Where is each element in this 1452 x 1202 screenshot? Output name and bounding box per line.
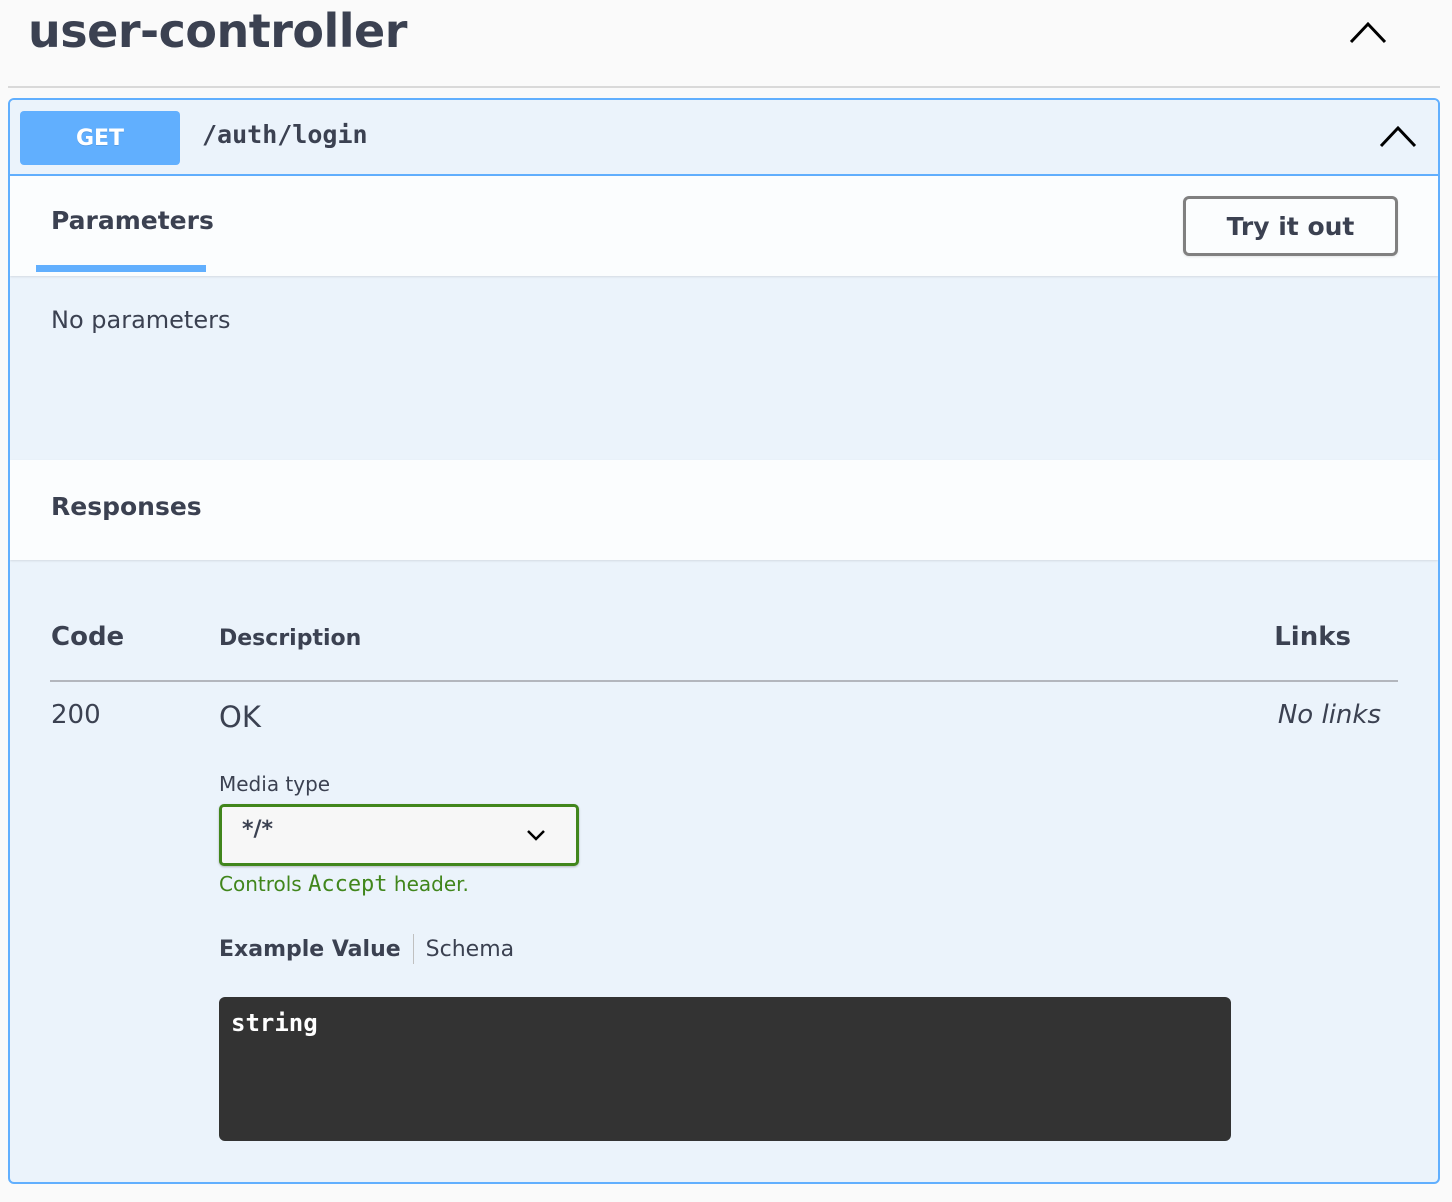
media-type-select[interactable]: */* <box>219 804 579 866</box>
response-description: OK <box>219 700 261 734</box>
chevron-up-icon[interactable] <box>1378 122 1418 150</box>
example-value-box: string <box>219 997 1231 1141</box>
controls-suffix: header. <box>393 872 469 896</box>
operation-block: GET /auth/login Parameters Try it out No… <box>8 98 1440 1184</box>
controls-accept-note: Controls Accept header. <box>219 872 469 897</box>
operation-path: /auth/login <box>202 120 368 149</box>
method-badge: GET <box>20 111 180 165</box>
operation-summary[interactable]: GET /auth/login <box>10 100 1438 176</box>
column-header-links: Links <box>1274 622 1351 652</box>
controls-code: Accept <box>308 872 388 897</box>
tab-example-value[interactable]: Example Value <box>219 937 401 962</box>
table-divider <box>50 680 1398 682</box>
no-parameters-text: No parameters <box>51 306 231 334</box>
tab-schema[interactable]: Schema <box>426 937 514 962</box>
responses-title: Responses <box>51 492 202 521</box>
active-tab-indicator <box>36 265 206 272</box>
response-code: 200 <box>51 700 101 730</box>
column-header-description: Description <box>219 626 362 651</box>
tab-parameters[interactable]: Parameters <box>36 200 214 272</box>
chevron-up-icon[interactable] <box>1348 18 1388 46</box>
tag-header[interactable]: user-controller <box>8 0 1440 88</box>
example-value-text: string <box>231 1009 318 1037</box>
media-type-value: */* <box>242 817 274 842</box>
example-tabs: Example Value Schema <box>219 934 514 964</box>
parameters-header: Parameters Try it out <box>10 176 1438 276</box>
tag-title[interactable]: user-controller <box>28 4 407 58</box>
response-links: No links <box>1277 700 1381 730</box>
controls-prefix: Controls <box>219 872 302 896</box>
column-header-code: Code <box>51 622 125 652</box>
responses-header: Responses <box>10 460 1438 560</box>
media-type-label: Media type <box>219 772 331 796</box>
tab-divider <box>412 934 414 964</box>
try-it-out-button[interactable]: Try it out <box>1183 196 1398 256</box>
parameters-tab-label: Parameters <box>51 206 214 235</box>
chevron-down-icon <box>526 827 546 846</box>
